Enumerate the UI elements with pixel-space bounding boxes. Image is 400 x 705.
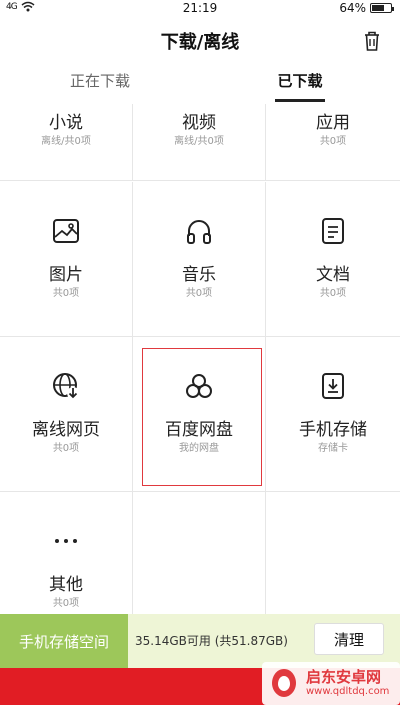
category-label: 视频 [182, 113, 216, 133]
category-offline-web[interactable]: 离线网页 共0项 [0, 337, 133, 492]
status-bar: 4G 21:19 64% [0, 0, 400, 18]
category-label: 音乐 [182, 265, 216, 285]
tab-bar: 正在下载 已下载 [0, 60, 400, 104]
document-icon [322, 218, 344, 244]
category-pictures[interactable]: 图片 共0项 [0, 182, 133, 337]
category-documents[interactable]: 文档 共0项 [266, 182, 400, 337]
storage-label: 手机存储空间 [0, 614, 128, 668]
category-novel[interactable]: 小说 离线/共0项 [0, 104, 133, 181]
selection-highlight [142, 348, 262, 486]
category-sub: 存储卡 [318, 443, 348, 454]
watermark-url: www.qdltdq.com [306, 686, 390, 697]
category-label: 应用 [316, 113, 350, 133]
status-right: 64% [339, 1, 394, 15]
category-grid: 小说 离线/共0项 视频 离线/共0项 应用 共0项 图片 共0项 音乐 共0项 [0, 104, 400, 614]
tab-downloaded[interactable]: 已下载 [200, 70, 400, 91]
category-sub: 离线/共0项 [41, 136, 91, 147]
storage-bar: 手机存储空间 35.14GB可用 (共51.87GB) 清理 [0, 614, 400, 668]
headphones-icon [187, 220, 211, 244]
category-sub: 共0项 [52, 443, 80, 454]
category-sub: 共0项 [319, 136, 347, 147]
watermark-logo-icon [272, 669, 296, 697]
title-bar: 下载/离线 [0, 20, 400, 60]
category-label: 手机存储 [299, 420, 367, 440]
category-phone-storage[interactable]: 手机存储 存储卡 [266, 337, 400, 492]
trash-icon[interactable] [362, 30, 382, 52]
category-other[interactable]: 其他 共0项 [0, 492, 133, 614]
category-sub: 共0项 [319, 288, 347, 299]
offline-web-icon [53, 373, 79, 399]
category-sub: 共0项 [185, 288, 213, 299]
category-label: 离线网页 [32, 420, 100, 440]
category-app[interactable]: 应用 共0项 [266, 104, 400, 181]
category-music[interactable]: 音乐 共0项 [133, 182, 266, 337]
category-sub: 共0项 [52, 288, 80, 299]
image-icon [53, 219, 79, 243]
category-sub: 共0项 [52, 598, 80, 609]
clean-button[interactable]: 清理 [314, 623, 384, 655]
storage-info: 35.14GB可用 (共51.87GB) [135, 634, 288, 648]
page-title: 下载/离线 [160, 32, 240, 53]
battery-percent: 64% [339, 1, 366, 15]
tab-downloading[interactable]: 正在下载 [0, 70, 200, 91]
category-label: 文档 [316, 265, 350, 285]
category-label: 小说 [49, 113, 83, 133]
empty-cell [133, 492, 266, 614]
more-icon [55, 539, 77, 543]
active-tab-indicator [275, 99, 325, 102]
empty-cell [266, 492, 400, 614]
category-video[interactable]: 视频 离线/共0项 [133, 104, 266, 181]
battery-icon [370, 3, 394, 13]
watermark-name: 启东安卓网 [306, 668, 382, 686]
phone-storage-icon [322, 373, 344, 399]
watermark: 启东安卓网 www.qdltdq.com [262, 662, 400, 705]
category-label: 其他 [49, 575, 83, 595]
battery-level [372, 5, 384, 11]
category-sub: 离线/共0项 [174, 136, 224, 147]
category-label: 图片 [49, 265, 83, 285]
